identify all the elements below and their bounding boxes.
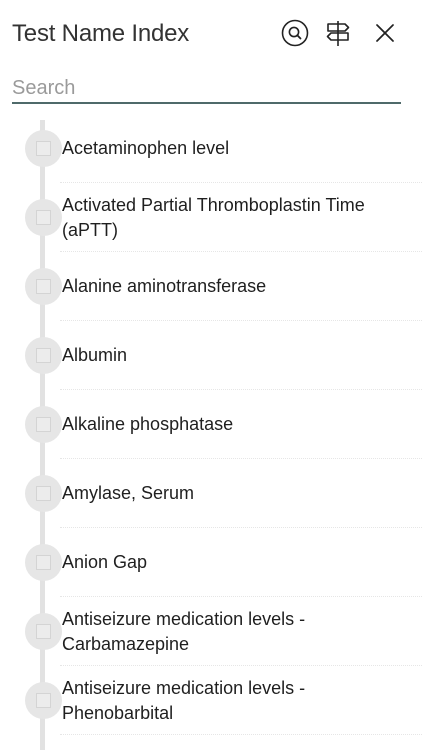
list-item[interactable]: Anion Gap [0,528,422,597]
item-checkbox[interactable] [36,210,51,225]
list-item[interactable]: Albumin [0,321,422,390]
item-label: Antiseizure medication levels - Phenobar… [62,678,306,723]
item-label: Albumin [62,345,128,365]
item-checkbox[interactable] [36,348,51,363]
item-checkbox[interactable] [36,279,51,294]
item-label: Acetaminophen level [62,138,230,158]
navigate-button[interactable] [323,18,353,48]
item-label: Activated Partial Thromboplastin Time (a… [62,195,365,240]
list-item[interactable]: Amylase, Serum [0,459,422,528]
item-checkbox[interactable] [36,693,51,708]
item-checkbox[interactable] [36,417,51,432]
search-button[interactable] [280,18,310,48]
signpost-icon [326,21,350,46]
list-item[interactable]: Alanine aminotransferase [0,252,422,321]
list-item[interactable]: Antiseizure medication levels - Carbamaz… [0,597,422,666]
page-title: Test Name Index [12,20,190,47]
item-label: Alanine aminotransferase [62,276,267,296]
header: Test Name Index [0,0,422,70]
close-icon [376,24,394,42]
item-checkbox[interactable] [36,555,51,570]
row-divider [60,734,422,735]
list-item[interactable]: Acetaminophen level [0,114,422,183]
item-checkbox[interactable] [36,486,51,501]
close-button[interactable] [370,18,400,48]
search-bar [12,74,401,104]
item-label: Amylase, Serum [62,483,195,503]
search-circle-icon [281,19,309,47]
item-label: Anion Gap [62,552,148,572]
list-item[interactable]: Activated Partial Thromboplastin Time (a… [0,183,422,252]
item-checkbox[interactable] [36,624,51,639]
item-checkbox[interactable] [36,141,51,156]
list-item[interactable]: Antiseizure medication levels - Phenobar… [0,666,422,735]
search-input[interactable] [12,74,401,104]
list-item[interactable]: Alkaline phosphatase [0,390,422,459]
item-label: Alkaline phosphatase [62,414,234,434]
item-label: Antiseizure medication levels - Carbamaz… [62,609,306,654]
test-name-list: Acetaminophen level Activated Partial Th… [0,110,422,750]
